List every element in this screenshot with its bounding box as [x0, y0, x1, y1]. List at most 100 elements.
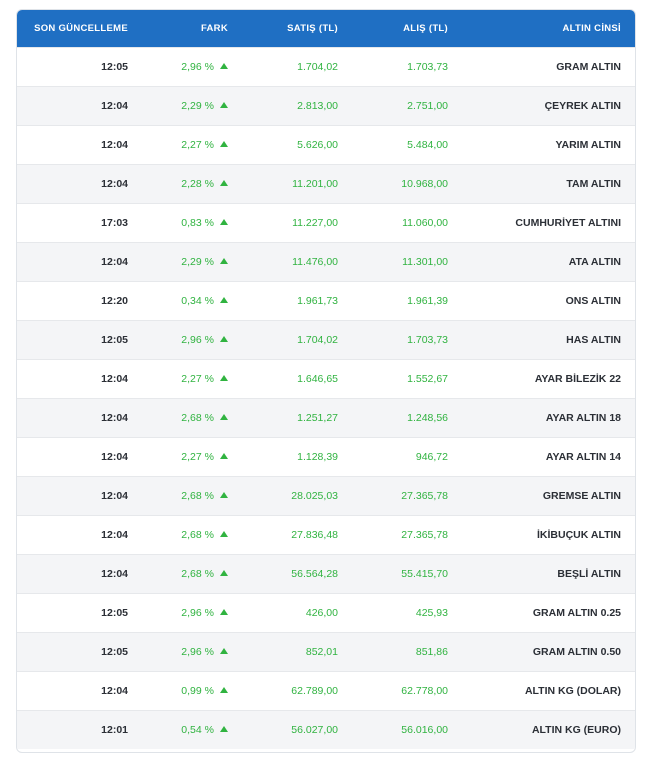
last-update-time: 12:04 [101, 138, 128, 151]
last-update-time: 12:05 [101, 60, 128, 73]
sell-price-cell: 852,01 [242, 631, 352, 671]
sell-price: 1.646,65 [297, 372, 338, 385]
header-buy[interactable]: ALIŞ (TL) [352, 10, 462, 47]
sell-price: 852,01 [305, 645, 338, 658]
change-percent: % 2,27 [181, 450, 214, 463]
sell-price-cell: 426,00 [242, 592, 352, 632]
buy-price-cell: 1.703,73 [352, 319, 462, 359]
buy-price-cell: 55.415,70 [352, 553, 462, 593]
change-percent-cell: % 2,68 [142, 397, 242, 437]
change-percent: % 2,68 [181, 567, 214, 580]
table-row[interactable]: YARIM ALTIN 5.484,00 5.626,00 % 2,27 12:04 [17, 124, 635, 164]
buy-price: 1.703,73 [407, 333, 448, 346]
sell-price-cell: 1.704,02 [242, 319, 352, 359]
last-update-time: 12:04 [101, 177, 128, 190]
table-row[interactable]: ALTIN KG (DOLAR) 62.778,00 62.789,00 % 0,99… [17, 670, 635, 710]
table-row[interactable]: GREMSE ALTIN 27.365,78 28.025,03 % 2,68 12:0… [17, 475, 635, 515]
gold-name-cell: HAS ALTIN [462, 319, 635, 359]
buy-price-cell: 56.016,00 [352, 709, 462, 749]
header-sell[interactable]: SATIŞ (TL) [242, 10, 352, 47]
change-percent-cell: % 2,96 [142, 592, 242, 632]
header-updated[interactable]: SON GÜNCELLEME [17, 10, 142, 47]
table-row[interactable]: İKİBUÇUK ALTIN 27.365,78 27.836,48 % 2,68 12… [17, 514, 635, 554]
buy-price-cell: 5.484,00 [352, 124, 462, 164]
last-update-time: 12:05 [101, 333, 128, 346]
triangle-up-icon [220, 257, 228, 264]
sell-price-cell: 11.201,00 [242, 163, 352, 203]
triangle-up-icon [220, 62, 228, 69]
last-update-time: 17:03 [101, 216, 128, 229]
table-row[interactable]: ALTIN KG (EURO) 56.016,00 56.027,00 % 0,54 1… [17, 709, 635, 749]
buy-price: 2.751,00 [407, 99, 448, 112]
sell-price-cell: 1.961,73 [242, 280, 352, 320]
buy-price-cell: 11.301,00 [352, 241, 462, 281]
sell-price-cell: 11.476,00 [242, 241, 352, 281]
gold-name-cell: BEŞLİ ALTIN [462, 553, 635, 593]
table-row[interactable]: GRAM ALTIN 1.703,73 1.704,02 % 2,96 12:05 [17, 46, 635, 86]
triangle-up-icon [220, 686, 228, 693]
gold-name: GRAM ALTIN [556, 60, 621, 73]
sell-price-cell: 1.646,65 [242, 358, 352, 398]
sell-price: 1.704,02 [297, 60, 338, 73]
change-percent: % 2,29 [181, 255, 214, 268]
change-percent-cell: % 2,68 [142, 514, 242, 554]
gold-name: 0.25 GRAM ALTIN [532, 606, 621, 619]
last-update-time: 12:04 [101, 372, 128, 385]
sell-price: 1.961,73 [297, 294, 338, 307]
sell-price: 11.227,00 [292, 216, 338, 229]
table-row[interactable]: BEŞLİ ALTIN 55.415,70 56.564,28 % 2,68 12:04 [17, 553, 635, 593]
gold-name-cell: İKİBUÇUK ALTIN [462, 514, 635, 554]
last-update-time-cell: 12:01 [17, 709, 142, 749]
change-percent-cell: % 0,99 [142, 670, 242, 710]
buy-price: 851,86 [415, 645, 448, 658]
buy-price-cell: 27.365,78 [352, 475, 462, 515]
buy-price: 56.016,00 [401, 723, 448, 736]
sell-price: 56.027,00 [291, 723, 338, 736]
gold-prices-table: ALTIN CİNSİ ALIŞ (TL) SATIŞ (TL) FARK SO… [17, 10, 635, 749]
table-row[interactable]: 0.50 GRAM ALTIN 851,86 852,01 % 2,96 12:05 [17, 631, 635, 671]
gold-name: HAS ALTIN [566, 333, 621, 346]
gold-name-cell: ALTIN KG (EURO) [462, 709, 635, 749]
table-row[interactable]: ONS ALTIN 1.961,39 1.961,73 % 0,34 12:20 [17, 280, 635, 320]
sell-price: 28.025,03 [291, 489, 338, 502]
header-diff[interactable]: FARK [142, 10, 242, 47]
sell-price-cell: 5.626,00 [242, 124, 352, 164]
buy-price: 55.415,70 [401, 567, 448, 580]
gold-name: ATA ALTIN [568, 255, 621, 268]
buy-price-cell: 1.961,39 [352, 280, 462, 320]
table-row[interactable]: ATA ALTIN 11.301,00 11.476,00 % 2,29 12:04 [17, 241, 635, 281]
gold-name: BEŞLİ ALTIN [557, 567, 621, 580]
triangle-up-icon [220, 608, 228, 615]
gold-name-cell: 0.50 GRAM ALTIN [462, 631, 635, 671]
sell-price: 2.813,00 [297, 99, 338, 112]
sell-price-cell: 28.025,03 [242, 475, 352, 515]
table-row[interactable]: ÇEYREK ALTIN 2.751,00 2.813,00 % 2,29 12:04 [17, 85, 635, 125]
gold-name-cell: YARIM ALTIN [462, 124, 635, 164]
triangle-up-icon [220, 569, 228, 576]
buy-price-cell: 10.968,00 [352, 163, 462, 203]
header-name[interactable]: ALTIN CİNSİ [462, 10, 635, 47]
buy-price-cell: 11.060,00 [352, 202, 462, 242]
sell-price: 11.201,00 [292, 177, 338, 190]
buy-price-cell: 1.703,73 [352, 46, 462, 86]
last-update-time-cell: 12:05 [17, 319, 142, 359]
table-row[interactable]: TAM ALTIN 10.968,00 11.201,00 % 2,28 12:04 [17, 163, 635, 203]
change-percent: % 2,29 [181, 99, 214, 112]
change-percent-cell: % 0,34 [142, 280, 242, 320]
table-row[interactable]: HAS ALTIN 1.703,73 1.704,02 % 2,96 12:05 [17, 319, 635, 359]
sell-price: 426,00 [305, 606, 338, 619]
gold-name: ÇEYREK ALTIN [544, 99, 621, 112]
gold-name: ALTIN KG (DOLAR) [524, 684, 621, 697]
table-row[interactable]: CUMHURİYET ALTINI 11.060,00 11.227,00 % 0,8… [17, 202, 635, 242]
buy-price-cell: 62.778,00 [352, 670, 462, 710]
last-update-time-cell: 12:04 [17, 85, 142, 125]
triangle-up-icon [220, 179, 228, 186]
sell-price: 1.128,39 [297, 450, 338, 463]
change-percent: % 2,68 [181, 411, 214, 424]
table-row[interactable]: 18 AYAR ALTIN 1.248,56 1.251,27 % 2,68 12:04 [17, 397, 635, 437]
table-row[interactable]: 22 AYAR BİLEZİK 1.552,67 1.646,65 % 2,27 12:… [17, 358, 635, 398]
gold-name: ALTIN KG (EURO) [531, 723, 621, 736]
last-update-time-cell: 12:04 [17, 553, 142, 593]
table-row[interactable]: 0.25 GRAM ALTIN 425,93 426,00 % 2,96 12:05 [17, 592, 635, 632]
table-row[interactable]: 14 AYAR ALTIN 946,72 1.128,39 % 2,27 12:04 [17, 436, 635, 476]
